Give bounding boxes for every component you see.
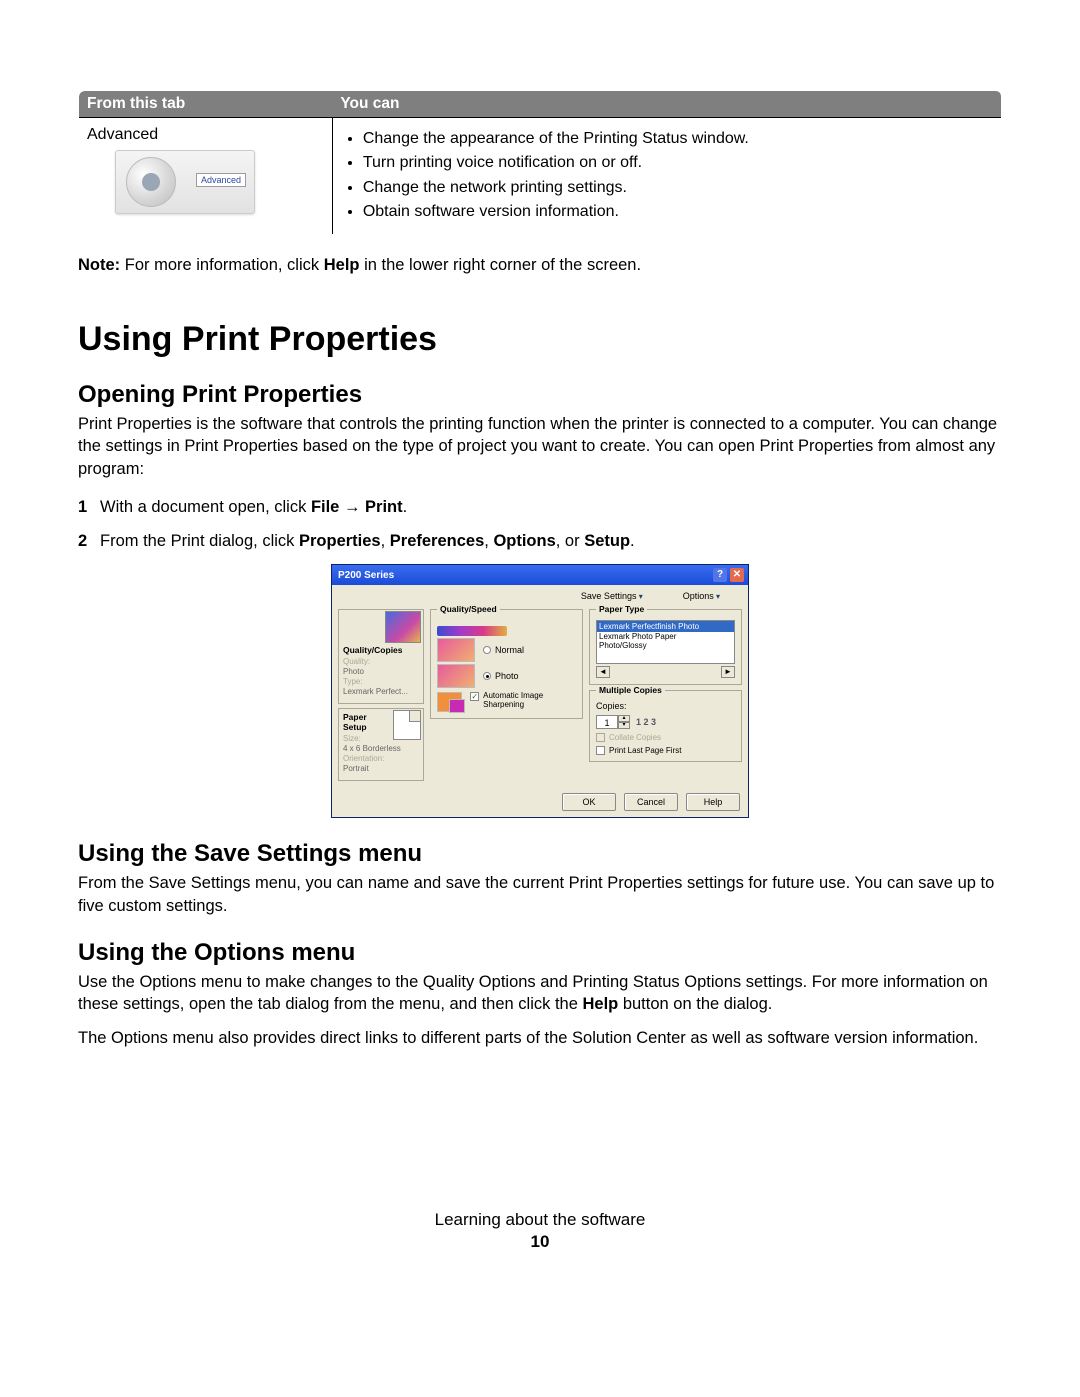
cancel-button[interactable]: Cancel xyxy=(624,793,678,811)
options-menu-paragraph-2: The Options menu also provides direct li… xyxy=(78,1027,1002,1049)
checkbox-auto-sharpen[interactable]: ✓ xyxy=(470,692,479,701)
step-1: 1 With a document open, click File → Pri… xyxy=(78,496,1002,518)
ok-button[interactable]: OK xyxy=(562,793,616,811)
dialog-titlebar: P200 Series ? ✕ xyxy=(332,565,748,585)
options-menu[interactable]: Options xyxy=(683,591,720,601)
note-label: Note: xyxy=(78,256,120,274)
heading-using-print-properties: Using Print Properties xyxy=(78,320,1002,359)
chevron-down-icon[interactable]: ▾ xyxy=(618,722,630,729)
radio-photo[interactable] xyxy=(483,672,491,680)
copies-stepper[interactable]: 1 ▴▾ xyxy=(596,715,630,729)
note-paragraph: Note: For more information, click Help i… xyxy=(78,255,1002,276)
quality-speed-group: Quality/Speed Normal Photo ✓Automatic Im… xyxy=(430,609,583,719)
chevron-up-icon[interactable]: ▴ xyxy=(618,715,630,722)
capabilities-list: Change the appearance of the Printing St… xyxy=(341,128,993,224)
arrow-icon: → xyxy=(339,498,365,516)
radio-normal[interactable] xyxy=(483,646,491,654)
tab-thumbnail: Advanced xyxy=(115,150,255,214)
list-item: Turn printing voice notification on or o… xyxy=(363,152,993,174)
thumbnail-button-label: Advanced xyxy=(196,173,246,187)
sharpen-preview-icon xyxy=(437,692,462,712)
normal-preview-icon xyxy=(437,638,475,662)
opening-paragraph: Print Properties is the software that co… xyxy=(78,413,1002,480)
list-item[interactable]: Lexmark Perfectfinish Photo xyxy=(597,621,734,632)
dialog-title: P200 Series xyxy=(338,570,394,581)
paper-icon xyxy=(393,710,421,740)
list-item: Change the appearance of the Printing St… xyxy=(363,128,993,150)
help-icon[interactable]: ? xyxy=(713,568,727,582)
sidebar-paper-setup[interactable]: Paper Setup Size: 4 x 6 Borderless Orien… xyxy=(338,708,424,781)
checkbox-collate[interactable] xyxy=(596,733,605,742)
footer-section-title: Learning about the software xyxy=(78,1210,1002,1230)
table-header-youcan: You can xyxy=(332,91,1001,118)
table-row: Advanced Advanced Change the appearance … xyxy=(79,118,1002,235)
tab-name: Advanced xyxy=(87,126,324,144)
step-2: 2 From the Print dialog, click Propertie… xyxy=(78,530,1002,552)
checkbox-last-page-first[interactable] xyxy=(596,746,605,755)
page-number: 10 xyxy=(78,1232,1002,1252)
heading-options-menu: Using the Options menu xyxy=(78,939,1002,967)
scroll-right-icon[interactable]: ► xyxy=(721,666,735,678)
quality-gradient-icon xyxy=(437,626,507,636)
sidebar-quality-copies[interactable]: Quality/Copies Quality: Photo Type: Lexm… xyxy=(338,609,424,704)
page-footer: Learning about the software 10 xyxy=(78,1210,1002,1252)
table-header-tab: From this tab xyxy=(79,91,333,118)
speaker-icon xyxy=(126,157,176,207)
close-icon[interactable]: ✕ xyxy=(730,568,744,582)
help-button[interactable]: Help xyxy=(686,793,740,811)
options-menu-paragraph-1: Use the Options menu to make changes to … xyxy=(78,971,1002,1016)
dialog-button-bar: OK Cancel Help xyxy=(332,789,748,817)
photo-preview-icon xyxy=(437,664,475,688)
list-item[interactable]: Lexmark Photo Paper xyxy=(597,632,734,641)
list-item: Obtain software version information. xyxy=(363,201,993,223)
dialog-toolbar: Save Settings Options xyxy=(332,585,748,607)
save-settings-menu[interactable]: Save Settings xyxy=(581,591,643,601)
scroll-left-icon[interactable]: ◄ xyxy=(596,666,610,678)
tab-capabilities-table: From this tab You can Advanced Advanced xyxy=(78,90,1002,235)
copies-preview-icon: 1 2 3 xyxy=(636,717,656,727)
paper-type-group: Paper Type Lexmark Perfectfinish Photo L… xyxy=(589,609,742,685)
steps-list: 1 With a document open, click File → Pri… xyxy=(78,496,1002,553)
save-settings-paragraph: From the Save Settings menu, you can nam… xyxy=(78,872,1002,917)
dialog-sidebar: Quality/Copies Quality: Photo Type: Lexm… xyxy=(338,609,424,785)
heading-opening-print-properties: Opening Print Properties xyxy=(78,381,1002,409)
paper-type-list[interactable]: Lexmark Perfectfinish Photo Lexmark Phot… xyxy=(596,620,735,664)
print-properties-dialog: P200 Series ? ✕ Save Settings Options Qu… xyxy=(331,564,749,818)
heading-save-settings-menu: Using the Save Settings menu xyxy=(78,840,1002,868)
list-item[interactable]: Photo/Glossy xyxy=(597,641,734,650)
photo-thumbnail-icon xyxy=(385,611,421,643)
multiple-copies-group: Multiple Copies Copies: 1 ▴▾ 1 2 3 Colla… xyxy=(589,690,742,762)
list-item: Change the network printing settings. xyxy=(363,177,993,199)
